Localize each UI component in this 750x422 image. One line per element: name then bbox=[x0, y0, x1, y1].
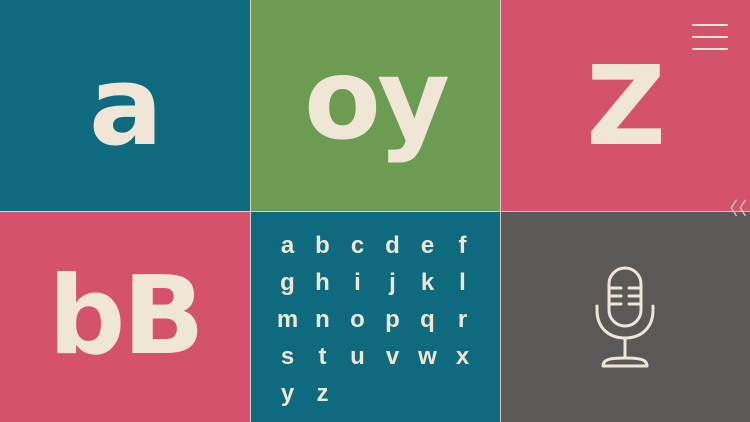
alphabet-letter-x: x bbox=[455, 342, 470, 370]
alphabet-letter-l: l bbox=[459, 268, 466, 296]
tile-digraph-oy-text: oy bbox=[304, 34, 450, 165]
grid-divider bbox=[0, 211, 750, 212]
alphabet-letter-g: g bbox=[280, 268, 295, 296]
alphabet-letter-c: c bbox=[350, 231, 365, 259]
alphabet-letter-e: e bbox=[420, 231, 435, 259]
alphabet-letter-k: k bbox=[420, 268, 435, 296]
alphabet-letter-b: b bbox=[315, 231, 330, 259]
alphabet-letter-i: i bbox=[354, 268, 361, 296]
alphabet-letter-u: u bbox=[350, 342, 365, 370]
tile-letter-z[interactable]: Z bbox=[500, 0, 750, 211]
microphone-icon bbox=[595, 266, 655, 367]
tile-letter-bb[interactable]: bB bbox=[0, 211, 250, 422]
double-chevron-left-icon: 〈〈 bbox=[720, 199, 747, 220]
hamburger-menu-icon bbox=[692, 24, 728, 26]
tile-microphone[interactable] bbox=[500, 211, 750, 422]
tile-digraph-oy[interactable]: oy bbox=[250, 0, 500, 211]
alphabet-letter-a: a bbox=[280, 231, 295, 259]
alphabet-letter-s: s bbox=[280, 342, 295, 370]
tile-letter-bb-text: bB bbox=[48, 253, 205, 379]
tile-letter-a-text: a bbox=[88, 41, 163, 170]
tile-alphabet[interactable]: abcdef ghijkl mnopqr stuvwx yz bbox=[250, 211, 500, 422]
alphabet-letter-h: h bbox=[315, 268, 330, 296]
tile-letter-a[interactable]: a bbox=[0, 0, 250, 211]
alphabet-letter-y: y bbox=[280, 379, 295, 407]
alphabet-letter-d: d bbox=[385, 231, 400, 259]
alphabet-letter-t: t bbox=[318, 342, 327, 370]
alphabet-letter-v: v bbox=[385, 342, 400, 370]
alphabet-letter-z: z bbox=[316, 379, 329, 407]
alphabet-letter-q: q bbox=[420, 305, 435, 333]
alphabet-letter-w: w bbox=[418, 342, 437, 370]
alphabet-letter-r: r bbox=[457, 305, 468, 333]
alphabet-letter-j: j bbox=[389, 268, 396, 296]
alphabet-grid: abcdef ghijkl mnopqr stuvwx yz bbox=[270, 225, 480, 409]
tile-letter-z-text: Z bbox=[586, 41, 666, 170]
alphabet-letter-o: o bbox=[350, 305, 365, 333]
alphabet-letter-p: p bbox=[385, 305, 400, 333]
collapse-panel-button[interactable]: 〈〈 bbox=[720, 197, 747, 223]
tile-grid: a oy Z bB abcdefghijklmnopqrstuvwxyz 〈〈 bbox=[0, 0, 750, 422]
alphabet-letter-f: f bbox=[458, 231, 467, 259]
alphabet-letter-m: m bbox=[276, 305, 299, 333]
alphabet-letter-n: n bbox=[315, 305, 330, 333]
menu-button[interactable] bbox=[692, 24, 728, 50]
